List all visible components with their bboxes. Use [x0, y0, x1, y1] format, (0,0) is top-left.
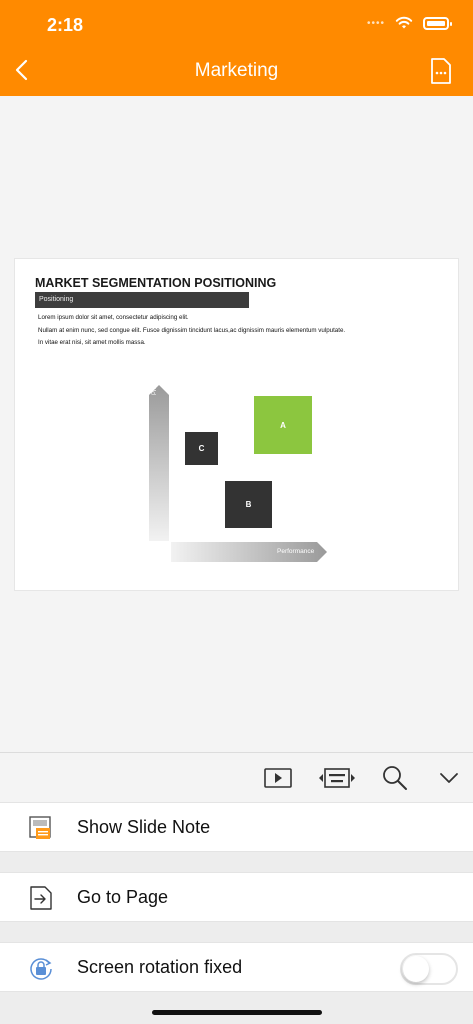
slide-layout-button[interactable]: [318, 763, 356, 793]
search-button[interactable]: [380, 763, 410, 793]
search-icon: [383, 766, 407, 790]
status-time: 2:18: [47, 15, 84, 35]
menu-item-label: Show Slide Note: [77, 817, 211, 837]
status-indicators: ••••: [366, 16, 452, 30]
home-indicator: [152, 1010, 322, 1015]
bottom-safe-area: [0, 992, 473, 1024]
price-axis-label: Price: [152, 381, 158, 395]
slide-preview[interactable]: MARKET SEGMENTATION POSITIONING Position…: [14, 258, 459, 591]
play-icon: [264, 768, 292, 788]
slide-body-text: Lorem ipsum dolor sit amet, consectetur …: [38, 312, 345, 350]
slide-body-line: In vitae erat nisi, sit amet mollis mass…: [38, 339, 146, 346]
chevron-down-icon: [440, 773, 458, 783]
segment-c-box: C: [185, 432, 218, 465]
slide-subtitle: Positioning: [35, 292, 249, 308]
signal-icon: ••••: [366, 17, 385, 29]
go-to-page-icon: [30, 886, 52, 910]
segment-b-box: B: [225, 481, 272, 528]
wifi-icon: [395, 16, 413, 29]
slide-layout-icon: [319, 768, 355, 788]
price-axis-arrow: [149, 385, 169, 541]
menu-item-label: Screen rotation fixed: [77, 957, 243, 977]
menu-item-go-to-page[interactable]: Go to Page: [0, 872, 473, 922]
slide-body-line: Nullam at enim nunc, sed congue elit. Fu…: [38, 326, 346, 334]
menu-item-show-slide-note[interactable]: Show Slide Note: [0, 802, 473, 852]
document-more-icon: [431, 58, 451, 84]
menu-item-label: Go to Page: [77, 887, 169, 907]
collapse-toolbar-button[interactable]: [434, 763, 464, 793]
play-slideshow-button[interactable]: [263, 763, 293, 793]
screen-rotation-toggle[interactable]: [400, 953, 458, 985]
menu-item-screen-rotation[interactable]: Screen rotation fixed: [0, 942, 473, 992]
menu-separator: [0, 852, 473, 872]
rotation-lock-icon: [30, 958, 52, 980]
presentation-toolbar: [0, 752, 473, 802]
toggle-knob: [403, 956, 429, 982]
app-header: 2:18 •••• Marketing: [0, 0, 473, 96]
menu-separator: [0, 922, 473, 942]
battery-icon: [423, 16, 452, 30]
page-title: Marketing: [194, 60, 279, 81]
slide-title: MARKET SEGMENTATION POSITIONING: [35, 276, 277, 290]
document-menu-button[interactable]: [429, 56, 453, 86]
slide-note-icon: [29, 816, 51, 839]
slide-body-line: Lorem ipsum dolor sit amet, consectetur …: [38, 314, 189, 321]
segment-a-box: A: [254, 396, 312, 454]
performance-axis-label: Performance: [277, 548, 315, 555]
